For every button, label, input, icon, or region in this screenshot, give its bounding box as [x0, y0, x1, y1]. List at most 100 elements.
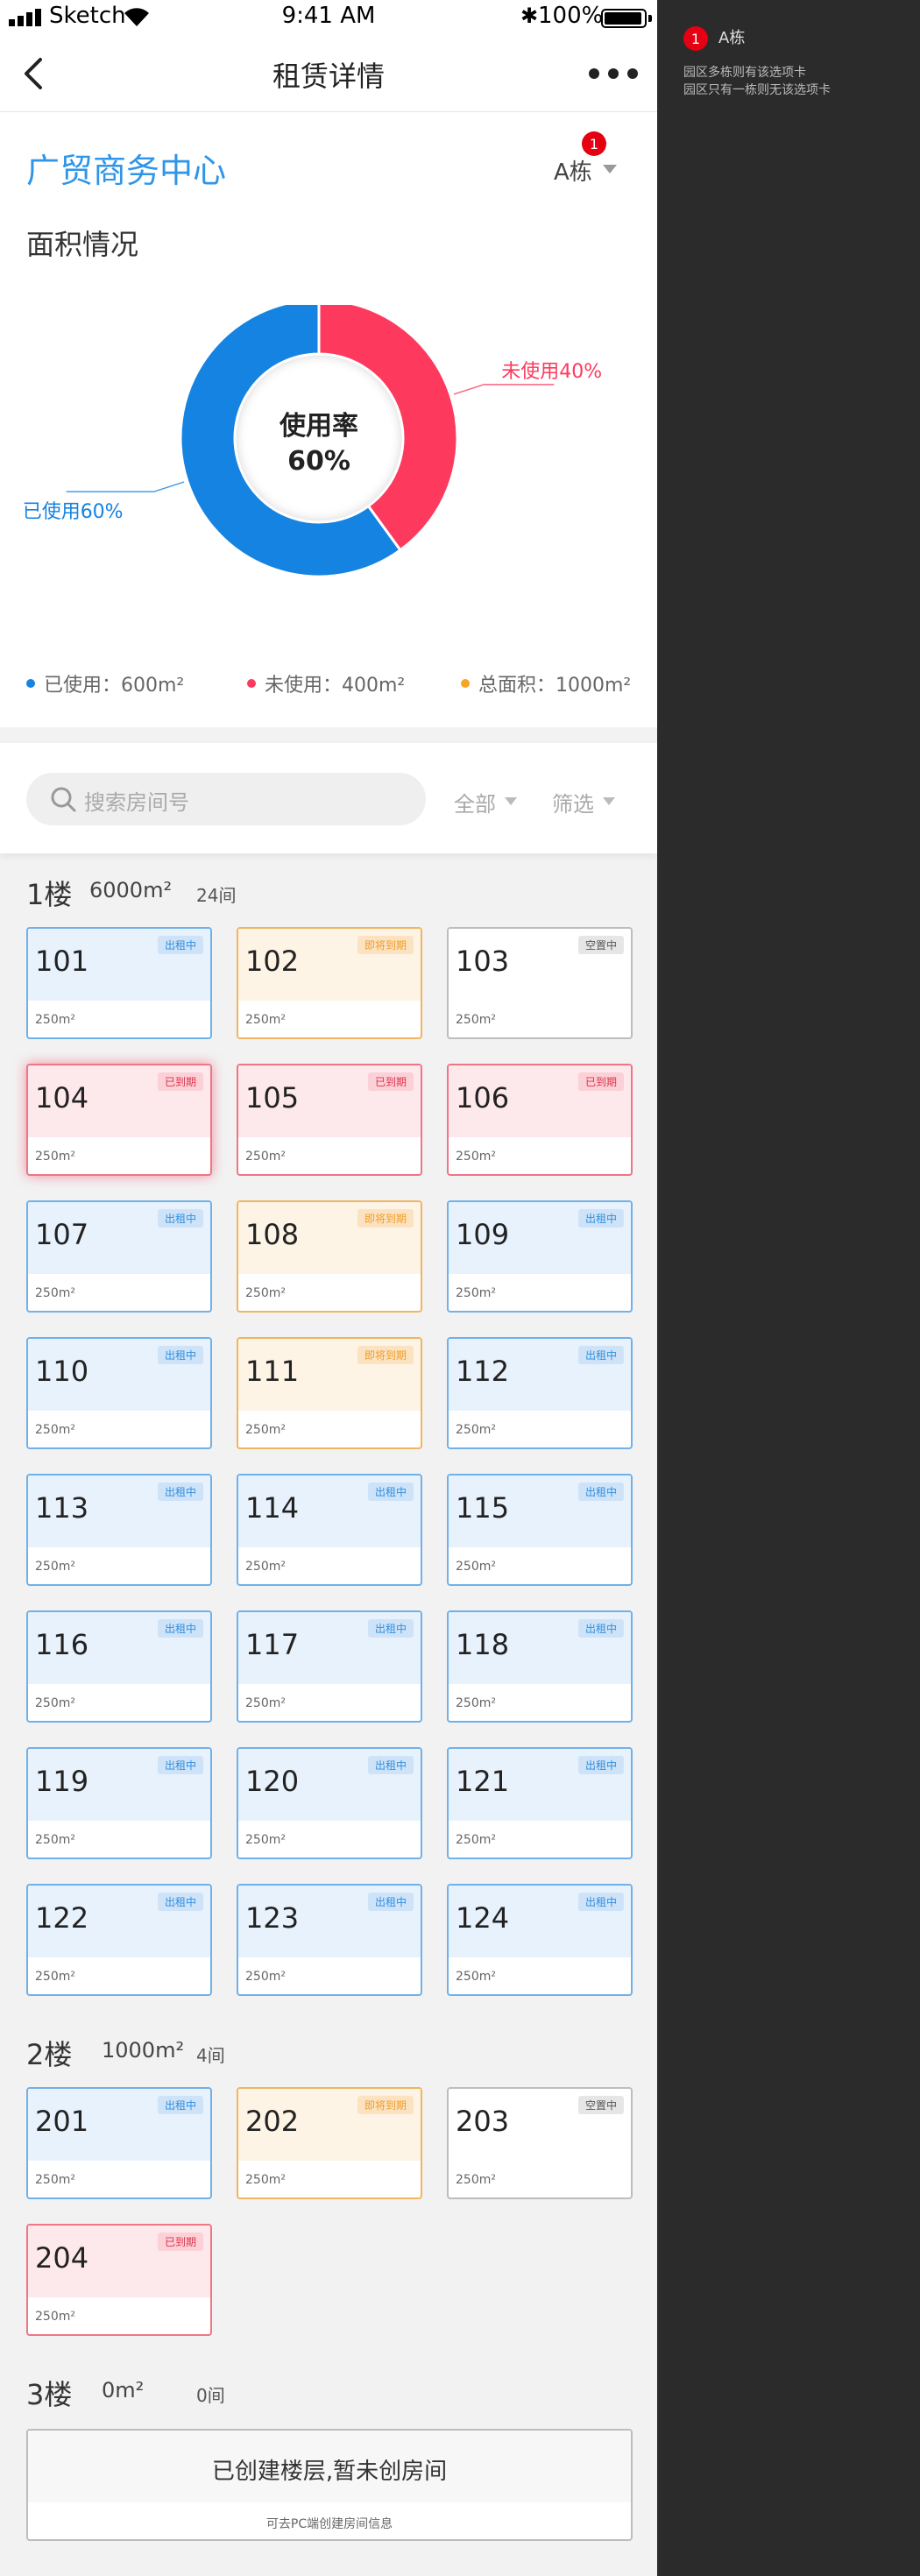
filter-all-dropdown[interactable]: 全部: [454, 787, 496, 817]
room-status-badge: 出租中: [577, 1893, 624, 1911]
room-card[interactable]: 104 已到期 250m²: [26, 1064, 212, 1176]
room-card[interactable]: 115 出租中 250m²: [447, 1474, 633, 1586]
legend-total-dot: [461, 679, 470, 688]
room-card[interactable]: 102 即将到期 250m²: [237, 927, 422, 1039]
room-status-badge: 出租中: [157, 1893, 203, 1911]
room-card[interactable]: 108 即将到期 250m²: [237, 1200, 422, 1313]
room-area: 250m²: [245, 1150, 286, 1164]
building-badge: 1: [582, 131, 606, 156]
donut-callout-label: 未使用40%: [501, 361, 602, 383]
room-card[interactable]: 124 出租中 250m²: [447, 1884, 633, 1996]
room-status-badge: 即将到期: [357, 2096, 414, 2114]
room-number: 105: [245, 1081, 300, 1115]
room-area: 250m²: [456, 1560, 496, 1574]
room-area: 250m²: [456, 1696, 496, 1710]
page-title: 租赁详情: [272, 60, 385, 93]
room-number: 121: [456, 1765, 510, 1798]
room-status-badge: 出租中: [577, 1756, 624, 1774]
room-status-badge: 已到期: [367, 1072, 414, 1091]
room-card[interactable]: 203 空置中 250m²: [447, 2087, 633, 2199]
floor-area: 1000m²: [102, 2038, 185, 2063]
floor-title: 3楼: [26, 2378, 73, 2411]
room-card[interactable]: 119 出租中 250m²: [26, 1747, 212, 1859]
building-caret-icon[interactable]: [603, 165, 617, 173]
room-area: 250m²: [35, 1696, 75, 1710]
room-number: 123: [245, 1901, 300, 1935]
legend-total-label: 总面积：1000m²: [478, 675, 632, 697]
room-number: 104: [35, 1081, 89, 1115]
room-area: 250m²: [35, 2173, 75, 2187]
room-card[interactable]: 114 出租中 250m²: [237, 1474, 422, 1586]
legend-unused-dot: [247, 679, 256, 688]
annotation-badge: 1: [683, 26, 708, 51]
room-card[interactable]: 105 已到期 250m²: [237, 1064, 422, 1176]
battery-icon: [601, 9, 647, 28]
chart-center-label: 使用率: [279, 411, 358, 442]
room-status-badge: 已到期: [157, 2233, 203, 2251]
room-card[interactable]: 120 出租中 250m²: [237, 1747, 422, 1859]
room-area: 250m²: [245, 1286, 286, 1300]
more-options-icon[interactable]: [589, 65, 638, 82]
area-summary-card: 广贸商务中心 A栋 1 面积情况 使用率 60% 未使用40% 已使用60% 已使…: [0, 112, 657, 727]
room-card[interactable]: 111 即将到期 250m²: [237, 1337, 422, 1449]
bluetooth-icon: ✱: [520, 4, 539, 28]
room-card[interactable]: 103 空置中 250m²: [447, 927, 633, 1039]
room-number: 119: [35, 1765, 89, 1798]
room-card[interactable]: 202 即将到期 250m²: [237, 2087, 422, 2199]
room-status-badge: 即将到期: [357, 1209, 414, 1228]
room-status-badge: 空置中: [577, 2096, 624, 2114]
room-number: 101: [35, 945, 89, 978]
room-status-badge: 出租中: [157, 1209, 203, 1228]
annotation-note: 园区多栋则有该选项卡: [683, 66, 806, 80]
room-card[interactable]: 107 出租中 250m²: [26, 1200, 212, 1313]
room-area: 250m²: [245, 1013, 286, 1027]
room-card[interactable]: 204 已到期 250m²: [26, 2224, 212, 2336]
room-card[interactable]: 123 出租中 250m²: [237, 1884, 422, 1996]
room-card[interactable]: 121 出租中 250m²: [447, 1747, 633, 1859]
room-number: 102: [245, 945, 300, 978]
room-status-badge: 出租中: [157, 1619, 203, 1638]
donut-callout-line: [66, 481, 185, 492]
room-number: 118: [456, 1628, 510, 1661]
room-card[interactable]: 106 已到期 250m²: [447, 1064, 633, 1176]
room-status-badge: 出租中: [367, 1619, 414, 1638]
room-card[interactable]: 116 出租中 250m²: [26, 1610, 212, 1723]
floor-room-count: 0间: [196, 2385, 225, 2406]
battery-tip: [648, 15, 652, 22]
room-number: 110: [35, 1355, 89, 1388]
room-card[interactable]: 122 出租中 250m²: [26, 1884, 212, 1996]
room-card[interactable]: 113 出租中 250m²: [26, 1474, 212, 1586]
room-area: 250m²: [456, 1423, 496, 1437]
legend-used-label: 已使用：600m²: [44, 675, 185, 697]
status-bar: Sketch 9:41 AM ✱ 100%: [0, 0, 657, 35]
empty-floor-card: 已创建楼层,暂未创房间 可去PC端创建房间信息: [26, 2429, 633, 2541]
floor-room-count: 4间: [196, 2045, 225, 2066]
room-number: 106: [456, 1081, 510, 1115]
room-card[interactable]: 110 出租中 250m²: [26, 1337, 212, 1449]
legend-total: 总面积：1000m²: [461, 669, 631, 697]
room-card[interactable]: 101 出租中 250m²: [26, 927, 212, 1039]
floor-area: 0m²: [102, 2378, 145, 2403]
donut-callout-line: [453, 384, 555, 395]
donut-callout-label: 已使用60%: [23, 501, 124, 523]
room-number: 204: [35, 2241, 89, 2275]
room-area: 250m²: [35, 1013, 75, 1027]
room-number: 124: [456, 1901, 510, 1935]
building-selector[interactable]: A栋: [554, 154, 592, 187]
search-input[interactable]: 搜索房间号: [26, 773, 426, 825]
room-card[interactable]: 112 出租中 250m²: [447, 1337, 633, 1449]
room-card[interactable]: 117 出租中 250m²: [237, 1610, 422, 1723]
room-status-badge: 空置中: [577, 936, 624, 954]
room-card[interactable]: 201 出租中 250m²: [26, 2087, 212, 2199]
room-number: 114: [245, 1491, 300, 1525]
filter-more-caret-icon[interactable]: [603, 797, 615, 805]
usage-donut-chart: 使用率 60% 未使用40% 已使用60%: [23, 305, 602, 578]
search-filter-bar: 搜索房间号 全部 筛选: [0, 743, 657, 853]
room-number: 203: [456, 2105, 510, 2138]
room-card[interactable]: 118 出租中 250m²: [447, 1610, 633, 1723]
room-card[interactable]: 109 出租中 250m²: [447, 1200, 633, 1313]
annotation-panel: 1 A栋 园区多栋则有该选项卡 园区只有一栋则无该选项卡: [657, 0, 920, 2576]
room-number: 117: [245, 1628, 300, 1661]
filter-more-dropdown[interactable]: 筛选: [552, 787, 594, 817]
filter-all-caret-icon[interactable]: [505, 797, 517, 805]
